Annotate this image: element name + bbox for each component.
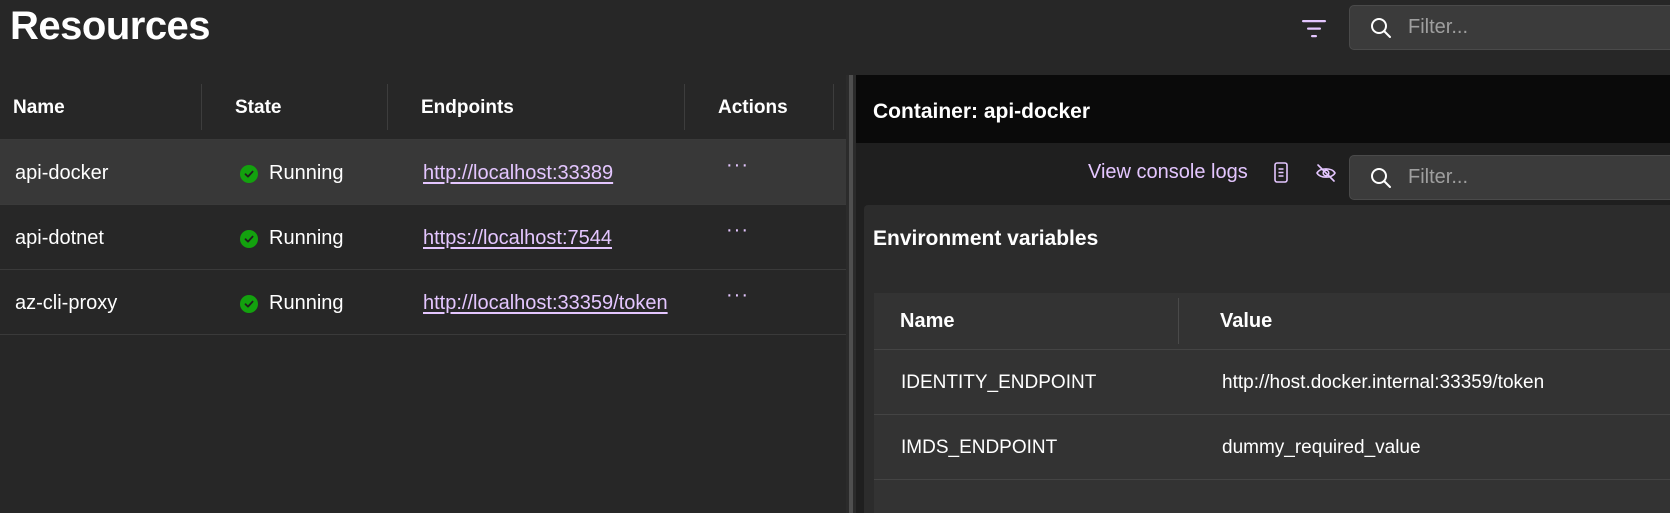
env-var-name: IDENTITY_ENDPOINT <box>901 372 1097 393</box>
state-label: Running <box>269 162 344 184</box>
endpoint-link[interactable]: http://localhost:33389 <box>423 162 613 184</box>
resource-name: api-dotnet <box>15 227 104 249</box>
detail-title: Container: api-docker <box>873 100 1091 123</box>
filter-input[interactable] <box>1408 156 1658 199</box>
detail-search-box[interactable] <box>1349 155 1670 200</box>
env-column-value[interactable]: Value <box>1220 310 1272 333</box>
state-label: Running <box>269 227 344 249</box>
table-row[interactable]: api-dotnet Running https://localhost:754… <box>0 205 846 270</box>
page-title: Resources <box>10 4 211 48</box>
env-var-value: dummy_required_value <box>1222 437 1421 458</box>
env-var-value: http://host.docker.internal:33359/token <box>1222 372 1545 393</box>
environment-table: Name Value IDENTITY_ENDPOINT http://host… <box>874 293 1670 513</box>
resource-name: az-cli-proxy <box>15 292 118 314</box>
column-divider[interactable] <box>201 84 202 130</box>
env-var-name: IMDS_ENDPOINT <box>901 437 1058 458</box>
check-circle-icon <box>240 230 258 248</box>
column-divider[interactable] <box>833 84 834 130</box>
search-icon <box>1370 17 1392 39</box>
panel-splitter <box>846 75 856 513</box>
env-table-header: Name Value <box>874 293 1670 350</box>
table-row[interactable]: IDENTITY_ENDPOINT http://host.docker.int… <box>874 350 1670 415</box>
detail-panel: Container: api-docker View console logs … <box>856 75 1670 513</box>
endpoint-link[interactable]: https://localhost:7544 <box>423 227 612 249</box>
table-row[interactable]: IMDS_ENDPOINT dummy_required_value <box>874 415 1670 480</box>
splitter-handle[interactable] <box>849 75 853 513</box>
view-console-logs-link[interactable]: View console logs <box>1088 161 1248 184</box>
resource-name: api-docker <box>15 162 109 184</box>
endpoint-link[interactable]: http://localhost:33359/token <box>423 292 668 314</box>
column-header-name[interactable]: Name <box>13 97 65 119</box>
section-title: Environment variables <box>873 227 1099 250</box>
more-icon[interactable]: ··· <box>726 154 756 182</box>
document-icon[interactable] <box>1271 161 1291 185</box>
page-header: Resources <box>0 0 1670 75</box>
resource-grid: Name State Endpoints Actions api-docker … <box>0 75 846 513</box>
search-input[interactable] <box>1408 6 1658 49</box>
column-divider[interactable] <box>387 84 388 130</box>
search-icon <box>1370 167 1392 189</box>
column-header-state[interactable]: State <box>235 97 281 119</box>
table-row[interactable]: api-docker Running http://localhost:3338… <box>0 140 846 205</box>
check-circle-icon <box>240 165 258 183</box>
column-header-endpoints[interactable]: Endpoints <box>421 97 514 119</box>
environment-variables-card: Environment variables Name Value IDENTIT… <box>864 205 1670 513</box>
column-divider[interactable] <box>1178 298 1179 344</box>
filter-icon[interactable] <box>1300 16 1328 42</box>
table-row[interactable]: az-cli-proxy Running http://localhost:33… <box>0 270 846 335</box>
more-icon[interactable]: ··· <box>726 219 756 247</box>
column-header-actions[interactable]: Actions <box>718 97 788 119</box>
top-search-box[interactable] <box>1349 5 1670 50</box>
state-label: Running <box>269 292 344 314</box>
check-circle-icon <box>240 295 258 313</box>
env-column-name[interactable]: Name <box>900 310 954 333</box>
grid-header: Name State Endpoints Actions <box>0 75 846 140</box>
more-icon[interactable]: ··· <box>726 284 756 312</box>
detail-toolbar: View console logs <box>856 143 1670 205</box>
eye-off-icon[interactable] <box>1314 162 1338 184</box>
column-divider[interactable] <box>684 84 685 130</box>
detail-header: Container: api-docker <box>856 75 1670 143</box>
